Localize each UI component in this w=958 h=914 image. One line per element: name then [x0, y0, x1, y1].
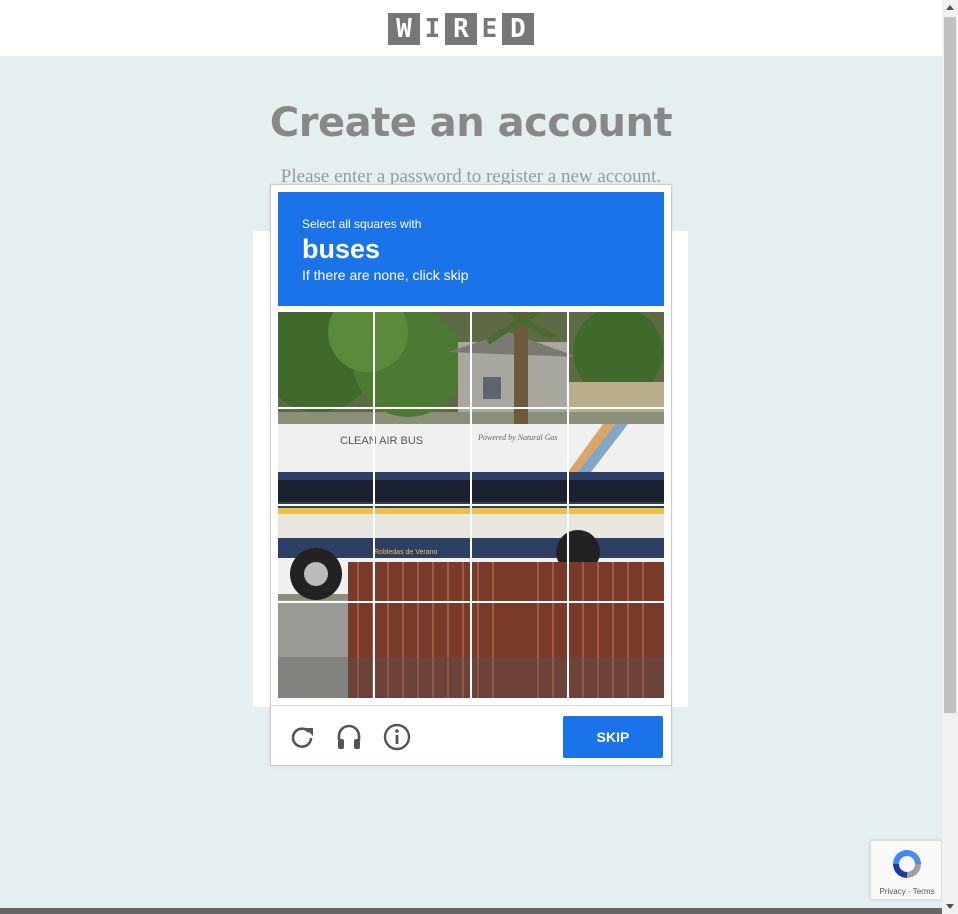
page-title: Create an account — [269, 100, 673, 146]
captcha-tile[interactable] — [569, 409, 664, 504]
vertical-scrollbar[interactable] — [942, 0, 958, 914]
captcha-target: buses — [302, 234, 381, 264]
captcha-tile[interactable] — [569, 312, 664, 407]
captcha-tile[interactable] — [569, 603, 664, 698]
captcha-tile[interactable] — [472, 603, 567, 698]
captcha-tile[interactable] — [375, 603, 470, 698]
captcha-tile[interactable] — [472, 409, 567, 504]
captcha-note: If there are none, click skip — [302, 267, 469, 283]
recaptcha-logo-icon — [893, 850, 921, 878]
captcha-instruction: Select all squares with — [302, 217, 422, 231]
captcha-tile[interactable] — [569, 506, 664, 601]
page-footer-edge — [0, 908, 942, 914]
captcha-footer: SKIP — [271, 705, 671, 766]
wired-logo[interactable]: W I R E D — [388, 13, 534, 45]
captcha-header: Select all squares with buses If there a… — [278, 192, 664, 306]
captcha-tile[interactable] — [278, 312, 373, 407]
scroll-thumb[interactable] — [944, 17, 956, 713]
scroll-up-icon[interactable] — [946, 5, 954, 10]
logo-letter: E — [477, 13, 502, 45]
headphones-icon[interactable] — [334, 722, 364, 752]
recaptcha-badge[interactable]: Privacy - Terms — [870, 840, 942, 900]
logo-letter: I — [420, 13, 445, 45]
scroll-down-icon[interactable] — [946, 904, 954, 909]
captcha-tile[interactable] — [472, 312, 567, 407]
captcha-tile[interactable] — [278, 506, 373, 601]
captcha-tile[interactable] — [375, 409, 470, 504]
site-header: W I R E D — [0, 0, 942, 56]
captcha-tile[interactable] — [278, 603, 373, 698]
reload-icon[interactable] — [287, 722, 317, 752]
captcha-tile[interactable] — [375, 506, 470, 601]
logo-letter: D — [502, 13, 534, 45]
captcha-tile[interactable] — [375, 312, 470, 407]
captcha-image-grid: CLEAN AIR BUS Powered by Natural Gas Rob… — [278, 312, 664, 698]
captcha-tile[interactable] — [472, 506, 567, 601]
info-icon[interactable] — [382, 722, 412, 752]
captcha-dialog: Select all squares with buses If there a… — [270, 184, 672, 766]
recaptcha-links[interactable]: Privacy - Terms — [871, 887, 943, 896]
logo-letter: R — [445, 13, 477, 45]
captcha-tile[interactable] — [278, 409, 373, 504]
skip-button[interactable]: SKIP — [563, 716, 663, 758]
logo-letter: W — [388, 13, 420, 45]
